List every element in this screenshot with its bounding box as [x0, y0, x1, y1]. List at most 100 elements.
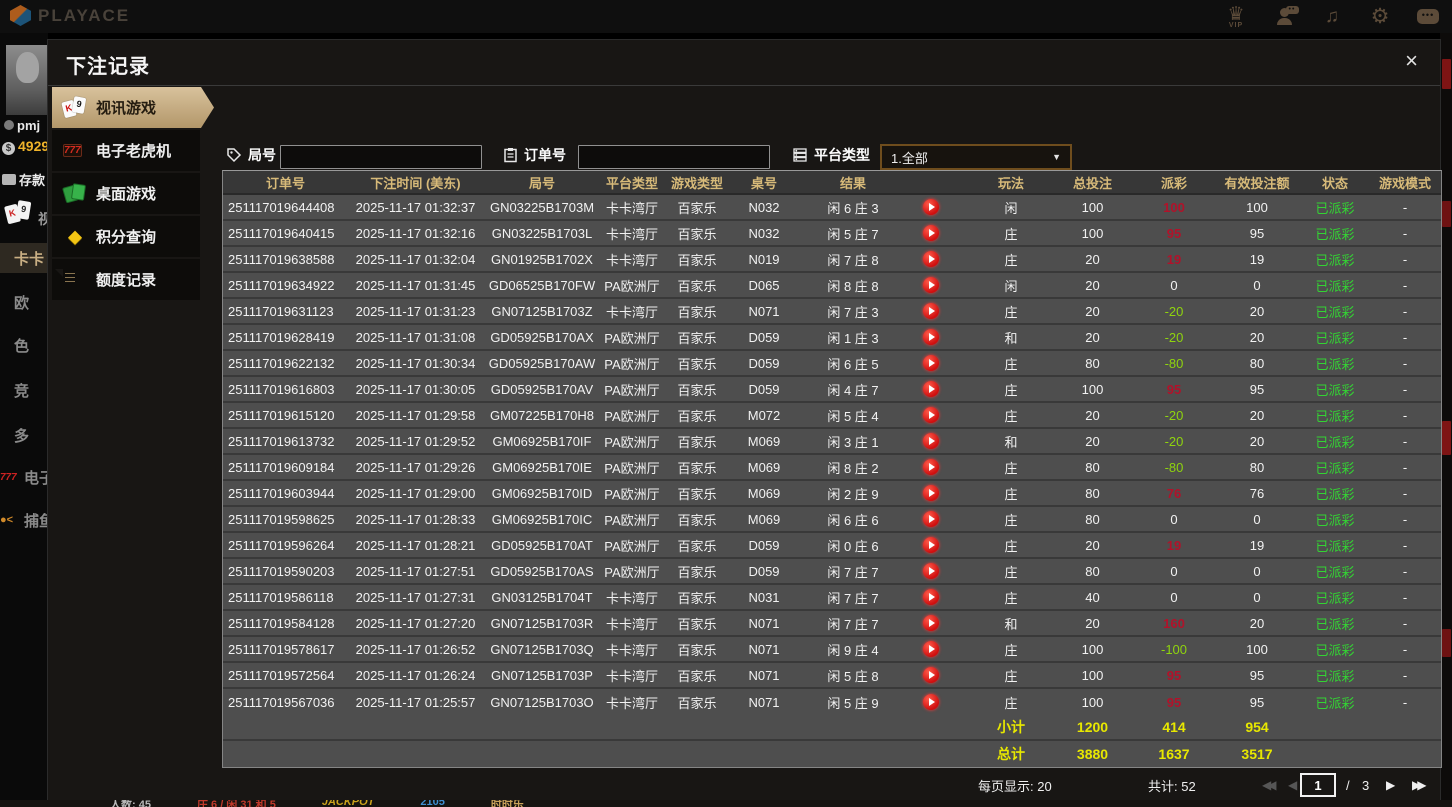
cell-result: 闲 5 庄 8 [797, 663, 972, 687]
play-video-button[interactable] [923, 694, 939, 710]
play-video-button[interactable] [923, 615, 939, 631]
play-video-button[interactable] [923, 641, 939, 657]
last-page-icon[interactable]: ▶▶ [1412, 771, 1426, 799]
play-video-button[interactable] [923, 485, 939, 501]
cell-result: 闲 8 庄 2 [797, 455, 972, 479]
cell-game-mode: - [1402, 511, 1408, 527]
customer-support-icon[interactable]: •• [1270, 2, 1299, 32]
cell-payout: 0 [1170, 511, 1178, 527]
cell-total-bet: 100 [1081, 225, 1104, 241]
cell-platform: PA欧洲厅 [604, 434, 660, 450]
play-video-button[interactable] [923, 667, 939, 683]
chat-icon[interactable]: ••• [1414, 2, 1442, 32]
cell-game-type: 百家乐 [677, 460, 717, 476]
cell-bet-time: 2025-11-17 01:26:24 [355, 667, 476, 683]
cell-round-no: GN07125B1703R [490, 615, 594, 631]
play-video-button[interactable] [923, 199, 939, 215]
play-video-button[interactable] [923, 589, 939, 605]
cell-payout: 76 [1166, 485, 1182, 501]
play-video-button[interactable] [923, 563, 939, 579]
avatar [6, 45, 48, 115]
cell-play-type: 和 [1004, 330, 1018, 346]
cell-platform: 卡卡湾厅 [605, 695, 658, 711]
cell-status: 已派彩 [1315, 538, 1355, 554]
menu-item-table-games[interactable]: 桌面游戏 [52, 173, 200, 214]
lobby-nav-europe[interactable]: 欧 [0, 287, 48, 317]
first-page-icon[interactable]: ◀◀ [1262, 771, 1276, 799]
vip-crown-icon[interactable]: ♛ VIP [1222, 2, 1250, 32]
cell-result-text: 闲 7 庄 7 [827, 616, 879, 632]
play-video-button[interactable] [923, 251, 939, 267]
play-video-button[interactable] [923, 511, 939, 527]
cell-valid-bet: 80 [1249, 355, 1265, 371]
cell-valid-bet: 20 [1249, 303, 1265, 319]
cell-result-text: 闲 5 庄 4 [827, 408, 879, 424]
lobby-nav-se[interactable]: 色 [0, 330, 48, 360]
cell-result: 闲 9 庄 4 [797, 637, 972, 661]
cell-result: 闲 3 庄 1 [797, 429, 972, 453]
play-video-button[interactable] [923, 537, 939, 553]
title-separator [48, 85, 1440, 86]
lobby-nav-slots[interactable]: 777 电子 [0, 462, 48, 492]
cell-platform: PA欧洲厅 [604, 486, 660, 502]
order-no-input[interactable] [578, 145, 770, 169]
page-number-input[interactable] [1300, 773, 1336, 797]
round-no-input[interactable] [280, 145, 482, 169]
prev-page-icon[interactable]: ◀ [1288, 771, 1297, 799]
cell-result-text: 闲 5 庄 8 [827, 668, 879, 684]
cell-order-no: 251117019631123 [228, 303, 334, 319]
table-row: 251117019644408 2025-11-17 01:32:37 GN0322… [223, 195, 1441, 221]
cell-payout: 19 [1166, 251, 1182, 267]
settings-gear-icon[interactable]: ⚙ [1366, 2, 1394, 32]
cell-payout: -20 [1164, 329, 1184, 345]
play-video-button[interactable] [923, 407, 939, 423]
lobby-nav-fishing[interactable]: ●˂ 捕鱼 [0, 505, 48, 535]
cell-round-no: GN03225B1703M [489, 199, 595, 215]
cell-order-no: 251117019615120 [228, 407, 335, 423]
screen: PLAYACE ♛ VIP •• ♫ ⚙ ••• pmj $4929 存款 K9 … [0, 0, 1452, 807]
next-page-icon[interactable]: ▶ [1386, 771, 1395, 799]
dialog-title: 下注记录 [66, 56, 150, 78]
cell-table-no: N071 [748, 303, 780, 319]
play-video-button[interactable] [923, 329, 939, 345]
play-video-button[interactable] [923, 277, 939, 293]
cell-game-mode: - [1402, 589, 1408, 605]
play-video-button[interactable] [923, 381, 939, 397]
cell-status: 已派彩 [1315, 486, 1355, 502]
play-video-button[interactable] [923, 303, 939, 319]
cell-play-type: 庄 [1004, 695, 1018, 711]
cell-payout: -80 [1164, 459, 1184, 475]
cell-round-no: GN07125B1703Z [491, 303, 593, 319]
deposit-button[interactable]: 存款 [2, 170, 45, 189]
cell-platform: PA欧洲厅 [604, 356, 660, 372]
menu-item-slots[interactable]: 777 电子老虎机 [52, 130, 200, 171]
play-video-button[interactable] [923, 355, 939, 371]
platform-type-select[interactable]: 1.全部 ▼ [880, 144, 1072, 170]
cell-status: 已派彩 [1315, 382, 1355, 398]
music-icon[interactable]: ♫ [1318, 2, 1346, 32]
cell-table-no: D059 [748, 329, 780, 345]
cell-round-no: GM06925B170IC [491, 511, 593, 527]
table-row: 251117019567036 2025-11-17 01:25:57 GN0712… [223, 689, 1441, 715]
play-video-button[interactable] [923, 225, 939, 241]
menu-item-video-games[interactable]: K9 视讯游戏 [52, 87, 214, 128]
cell-game-type: 百家乐 [677, 486, 717, 502]
cell-status: 已派彩 [1315, 226, 1355, 242]
cell-table-no: N032 [748, 199, 780, 215]
menu-item-quota-records[interactable]: 额度记录 [52, 259, 200, 300]
subtotal-row-label: 小计 [997, 719, 1025, 735]
play-video-button[interactable] [923, 433, 939, 449]
lobby-nav-kaka[interactable]: 卡卡 [0, 243, 48, 273]
close-icon[interactable]: × [1405, 50, 1418, 72]
play-video-button[interactable] [923, 459, 939, 475]
cell-total-bet: 80 [1085, 563, 1100, 579]
menu-item-points-query[interactable]: ◆ 积分查询 [52, 216, 200, 257]
cell-status: 已派彩 [1315, 564, 1355, 580]
cell-game-mode: - [1402, 485, 1408, 501]
cell-play-type: 庄 [1004, 460, 1018, 476]
lobby-nav-jing[interactable]: 竞 [0, 375, 48, 405]
cell-round-no [483, 715, 601, 739]
lobby-nav-duo[interactable]: 多 [0, 420, 48, 450]
cell-status [1301, 741, 1369, 767]
cell-game-mode: - [1402, 694, 1408, 710]
